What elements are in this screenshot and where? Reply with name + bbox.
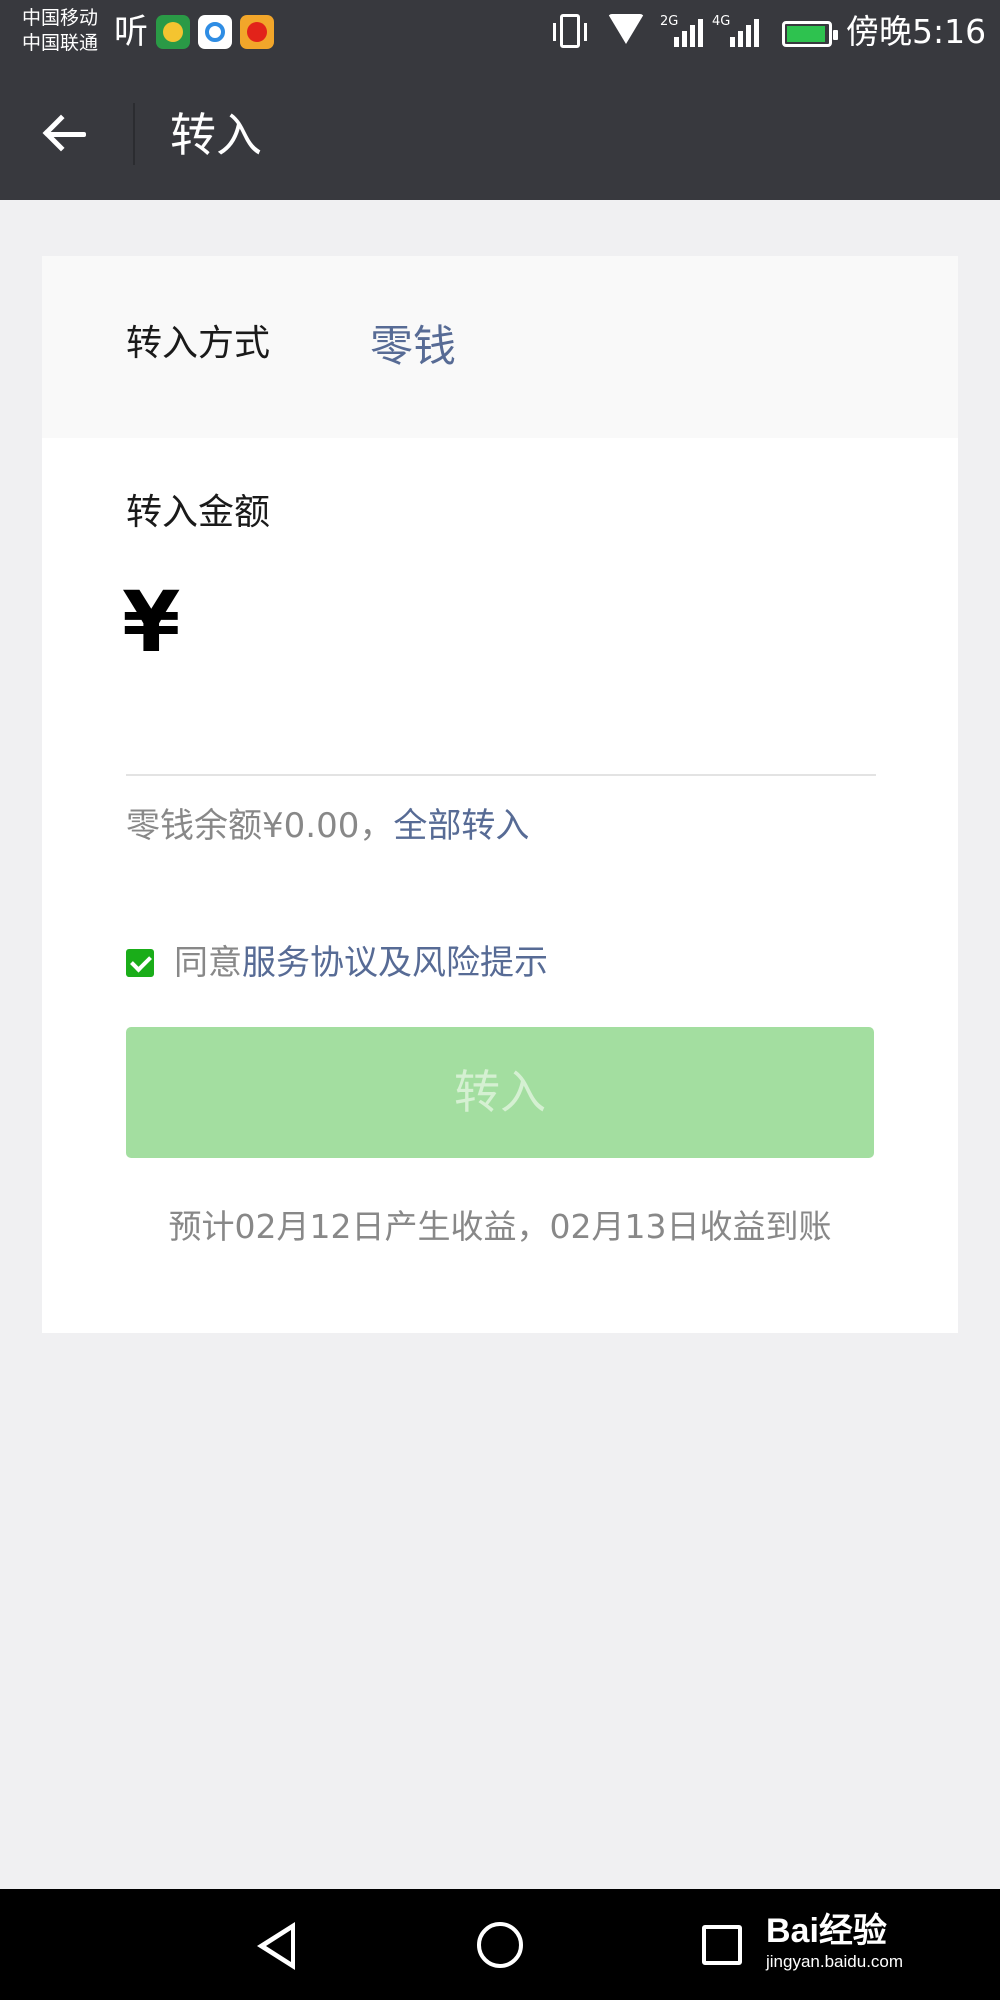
app-bar: 转入 (0, 67, 1000, 200)
currency-symbol: ¥ (122, 573, 181, 671)
amount-underline (126, 774, 876, 776)
back-button[interactable] (32, 98, 104, 170)
nav-back-icon[interactable] (257, 1922, 295, 1970)
transfer-method-row[interactable]: 转入方式 零钱 (42, 256, 958, 438)
transfer-form-card: 转入方式 零钱 转入金额 ¥ 零钱余额¥0.00，全部转入 同意 服务协议及风险… (42, 256, 958, 1333)
header-divider (133, 103, 135, 165)
vibrate-icon (553, 14, 587, 48)
status-bar: 中国移动 中国联通 听 2G 4G 傍晚5:16 (0, 0, 1000, 67)
carrier-1: 中国移动 (22, 7, 99, 29)
signal-icon: 2G 4G (660, 0, 770, 67)
status-time: 傍晚5:16 (846, 12, 987, 51)
notification-app-icon (156, 15, 190, 49)
ting-app-icon: 听 (114, 12, 148, 52)
network-type-2: 4G (712, 14, 731, 29)
amount-label: 转入金额 (126, 492, 271, 533)
watermark-url: jingyan.baidu.com (766, 1952, 904, 1971)
transfer-method-label: 转入方式 (126, 323, 271, 364)
amount-input[interactable] (192, 582, 872, 672)
nav-recents-icon[interactable] (702, 1925, 742, 1965)
page-title: 转入 (170, 108, 262, 162)
submit-button-label: 转入 (454, 1066, 546, 1118)
watermark-logo: Bai经验 (766, 1912, 887, 1950)
notification-weibo-icon (240, 15, 274, 49)
transfer-all-link[interactable]: 全部转入 (393, 806, 529, 846)
transfer-method-value[interactable]: 零钱 (370, 319, 456, 375)
wifi-icon (608, 14, 644, 44)
carrier-names: 中国移动 中国联通 (22, 6, 98, 56)
notification-browser-icon (198, 15, 232, 49)
baidu-jingyan-watermark: Bai经验 jingyan.baidu.com (766, 1911, 903, 1973)
balance-text: 零钱余额¥0.00， (126, 806, 394, 846)
nav-home-icon[interactable] (477, 1922, 523, 1968)
system-nav-bar: Bai经验 jingyan.baidu.com (0, 1889, 1000, 2000)
carrier-2: 中国联通 (22, 32, 99, 54)
earnings-estimate: 预计02月12日产生收益，02月13日收益到账 (168, 1207, 832, 1246)
agree-checkbox[interactable] (126, 949, 154, 977)
agreement-link[interactable]: 服务协议及风险提示 (242, 938, 548, 988)
network-type-1: 2G (660, 14, 679, 29)
submit-button[interactable]: 转入 (126, 1027, 874, 1158)
balance-row: 零钱余额¥0.00，全部转入 (126, 802, 529, 850)
battery-icon (782, 21, 838, 47)
agree-prefix: 同意 (174, 943, 242, 983)
